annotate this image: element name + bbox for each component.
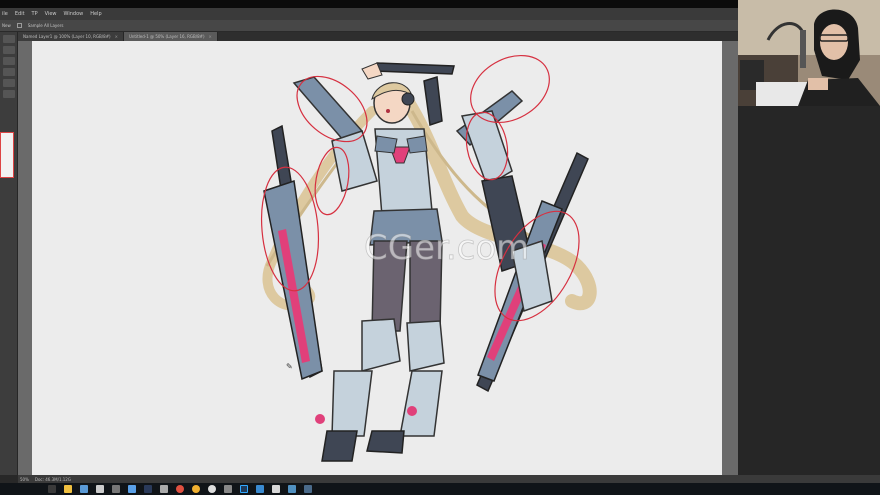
mouth xyxy=(386,109,390,113)
file-explorer-icon[interactable] xyxy=(64,485,72,493)
boot-right xyxy=(366,430,405,454)
photoshop-icon[interactable] xyxy=(240,485,248,493)
lasso-tool-icon[interactable] xyxy=(3,57,15,65)
right-arm-up xyxy=(423,76,443,126)
tab-label: Named Layer1 @ 100% (Layer 10, RGB/8#) xyxy=(23,34,111,39)
obs-icon[interactable] xyxy=(208,485,216,493)
steam-icon[interactable] xyxy=(144,485,152,493)
start-icon[interactable] xyxy=(48,485,56,493)
doc-size: Doc: 46.3M/1.12G xyxy=(34,476,71,482)
mech-arm-upper-left xyxy=(292,76,364,142)
brush-cursor-icon: ✎ xyxy=(286,362,293,371)
knee-accent-right xyxy=(407,406,417,416)
knee-accent-left xyxy=(315,414,325,424)
tablet-icon[interactable] xyxy=(160,485,168,493)
shin-left xyxy=(331,370,373,437)
media-icon[interactable] xyxy=(112,485,120,493)
windows-taskbar xyxy=(0,483,880,495)
eraser-tool-icon[interactable] xyxy=(3,79,15,87)
boot-left xyxy=(321,430,358,462)
settings-icon[interactable] xyxy=(224,485,232,493)
watermark: CGer.com xyxy=(364,228,529,268)
document-tabs: Named Layer1 @ 100% (Layer 10, RGB/8#) ×… xyxy=(18,32,738,41)
zoom-level[interactable]: 50% xyxy=(20,477,29,482)
options-new-label[interactable]: New xyxy=(2,23,11,28)
photos-icon[interactable] xyxy=(304,485,312,493)
folder-icon[interactable] xyxy=(80,485,88,493)
tools-panel xyxy=(0,32,18,475)
close-icon[interactable]: × xyxy=(209,34,212,39)
terminal-icon[interactable] xyxy=(96,485,104,493)
hand-tool-icon[interactable] xyxy=(3,90,15,98)
sample-all-layers-checkbox[interactable] xyxy=(16,23,22,28)
tab-label: Untitled-1 @ 50% (Layer 16, RGB/8#) xyxy=(128,34,205,39)
artwork: CGer.com xyxy=(260,54,597,462)
photoshop-window: ile Edit TP View Window Help New Sample … xyxy=(0,0,880,495)
menu-file[interactable]: ile xyxy=(2,8,8,20)
webcam-image xyxy=(738,0,880,106)
chest-plate-r xyxy=(406,135,428,154)
marquee-tool-icon[interactable] xyxy=(3,46,15,54)
brush-tool-icon[interactable] xyxy=(3,68,15,76)
head-bar xyxy=(374,62,455,75)
notes-icon[interactable] xyxy=(256,485,264,493)
app2-icon[interactable] xyxy=(288,485,296,493)
menu-help[interactable]: Help xyxy=(90,8,101,20)
store-icon[interactable] xyxy=(128,485,136,493)
document-canvas[interactable]: CGer.com ✎ xyxy=(32,41,722,475)
chest-plate xyxy=(374,135,398,154)
color-swatch-panel[interactable] xyxy=(0,132,14,178)
close-icon[interactable]: × xyxy=(115,34,118,39)
shin-right xyxy=(399,370,443,437)
chrome-canary-icon[interactable] xyxy=(192,485,200,493)
knee-right xyxy=(406,320,445,372)
menu-view[interactable]: View xyxy=(45,8,57,20)
headphone xyxy=(401,92,415,106)
sample-all-layers-label: Sample All Layers xyxy=(27,23,64,28)
app-icon[interactable] xyxy=(272,485,280,493)
menu-edit[interactable]: Edit xyxy=(15,8,25,20)
move-tool-icon[interactable] xyxy=(3,35,15,43)
menu-tp[interactable]: TP xyxy=(32,8,38,20)
chrome-icon[interactable] xyxy=(176,485,184,493)
knee-left xyxy=(361,318,401,372)
tab-untitled-1[interactable]: Untitled-1 @ 50% (Layer 16, RGB/8#) × xyxy=(123,32,218,41)
menu-window[interactable]: Window xyxy=(64,8,84,20)
webcam-overlay xyxy=(738,0,880,106)
tab-named-layer1[interactable]: Named Layer1 @ 100% (Layer 10, RGB/8#) × xyxy=(18,32,124,41)
status-bar: 50% Doc: 46.3M/1.12G xyxy=(18,475,880,483)
